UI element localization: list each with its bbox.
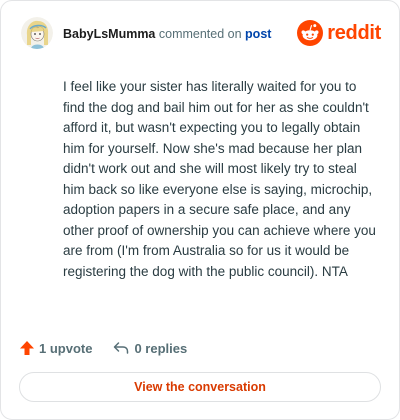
reddit-brand[interactable]: reddit	[297, 19, 381, 47]
reddit-snoo-icon	[297, 20, 324, 46]
reply-arrow-icon	[114, 342, 129, 354]
user-avatar[interactable]	[21, 17, 53, 49]
username-link[interactable]: BabyLsMumma	[63, 27, 155, 41]
replies-button[interactable]: 0 replies	[112, 340, 187, 356]
view-conversation-button[interactable]: View the conversation	[19, 372, 381, 402]
upvote-arrow-icon	[20, 341, 34, 355]
upvote-count: 1 upvote	[39, 340, 93, 356]
reddit-wordmark: reddit	[327, 21, 381, 44]
comment-header: BabyLsMumma commented on post reddit	[19, 15, 381, 55]
comment-embed-card: BabyLsMumma commented on post reddit I f…	[0, 0, 400, 420]
avatar-illustration-icon	[21, 17, 53, 49]
upvote-button[interactable]: 1 upvote	[19, 340, 92, 356]
byline-text: commented on	[158, 27, 242, 41]
comment-text: I feel like your sister has literally wa…	[63, 79, 376, 279]
reply-count: 0 replies	[134, 340, 188, 356]
comment-actions: 1 upvote 0 replies	[19, 337, 187, 359]
comment-byline: BabyLsMumma commented on post	[63, 27, 271, 41]
post-link[interactable]: post	[245, 27, 271, 41]
